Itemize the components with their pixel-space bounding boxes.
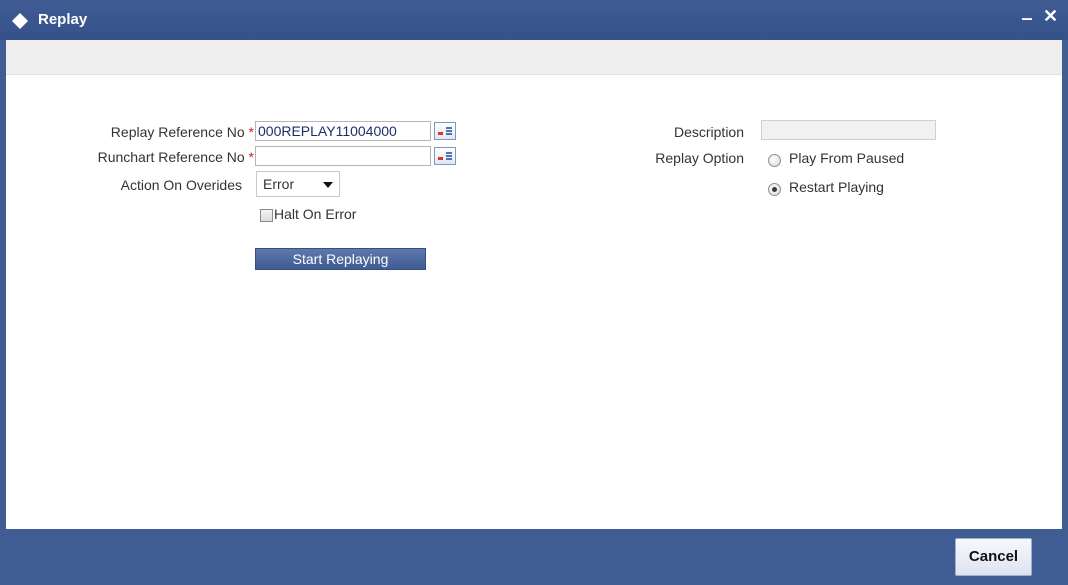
replay-window: Replay ‒ ✕ Replay Reference No * 000REPL… <box>0 0 1068 585</box>
replay-ref-label: Replay Reference No * <box>110 124 254 140</box>
restart-playing-label: Restart Playing <box>789 179 884 195</box>
replay-ref-lov-button[interactable] <box>434 122 456 140</box>
description-label: Description <box>673 124 744 140</box>
restart-playing-radio[interactable] <box>768 183 781 196</box>
description-field <box>761 120 936 140</box>
required-marker: * <box>248 124 254 140</box>
required-marker: * <box>248 149 254 165</box>
replay-option-label: Replay Option <box>655 150 744 166</box>
runchart-ref-input[interactable] <box>255 146 431 166</box>
runchart-ref-lov-button[interactable] <box>434 147 456 165</box>
play-from-paused-radio[interactable] <box>768 154 781 167</box>
footer-bar: Cancel <box>0 529 1068 585</box>
halt-on-error-checkbox[interactable] <box>260 209 273 222</box>
close-button[interactable]: ✕ <box>1043 6 1058 27</box>
cancel-button[interactable]: Cancel <box>955 538 1032 576</box>
action-on-overides-select[interactable]: Error <box>256 171 340 197</box>
action-on-overides-value: Error <box>263 176 295 192</box>
runchart-ref-label: Runchart Reference No * <box>97 149 254 165</box>
diamond-icon <box>12 13 28 29</box>
replay-ref-input[interactable]: 000REPLAY11004000 <box>255 121 431 141</box>
title-bar: Replay ‒ ✕ <box>0 0 1068 40</box>
window-title: Replay <box>38 11 88 28</box>
play-from-paused-label: Play From Paused <box>789 150 905 166</box>
minimize-button[interactable]: ‒ <box>1022 8 1032 29</box>
action-on-overides-label: Action On Overides <box>120 177 242 193</box>
halt-on-error-label: Halt On Error <box>274 206 357 222</box>
start-replaying-button[interactable]: Start Replaying <box>255 248 426 270</box>
toolbar-strip <box>6 40 1062 75</box>
chevron-down-icon <box>323 182 333 188</box>
list-of-values-icon <box>438 127 452 135</box>
list-of-values-icon <box>438 152 452 160</box>
